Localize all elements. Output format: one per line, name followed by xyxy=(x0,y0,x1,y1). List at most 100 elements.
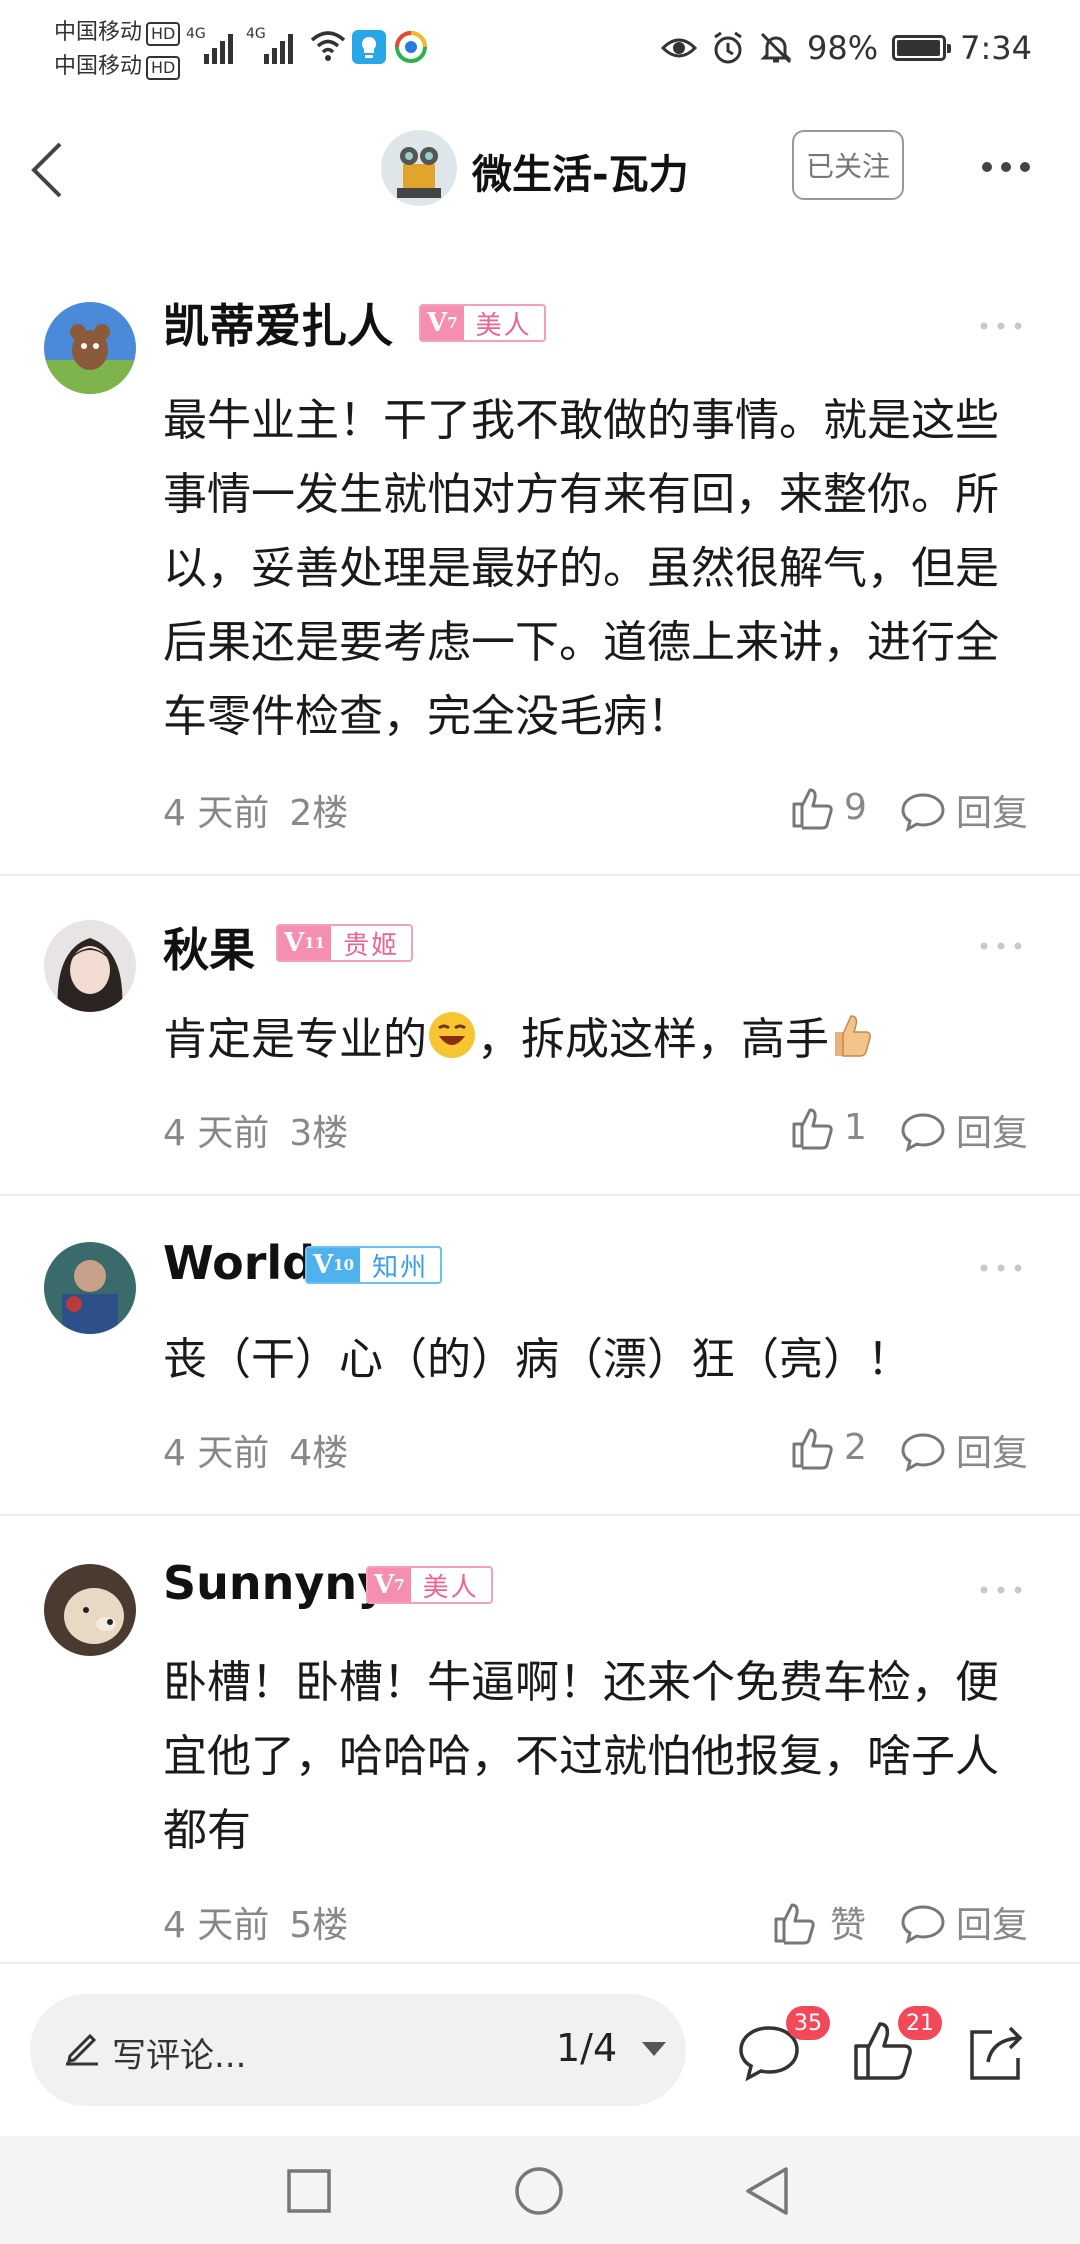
like-count-badge: 21 xyxy=(898,2006,942,2040)
level-title: 贵姬 xyxy=(343,930,400,961)
username[interactable]: 秋果 xyxy=(163,914,255,980)
share-icon[interactable] xyxy=(962,2018,1032,2088)
like-label: 赞 xyxy=(830,1905,867,1946)
pencil-icon xyxy=(66,2033,98,2066)
divider xyxy=(0,874,1080,876)
eye-icon xyxy=(661,38,698,58)
status-right: 98% 7:34 xyxy=(661,28,1032,68)
battery-fill xyxy=(897,40,941,56)
status-bar: 中国移动 HD 中国移动 HD 4G 4G 98% 7:34 xyxy=(0,0,1080,100)
like-button[interactable]: 9 xyxy=(790,784,867,830)
comment-count-badge: 35 xyxy=(786,2006,830,2040)
divider xyxy=(0,1194,1080,1196)
comment-meta: 4 天前 2楼 xyxy=(163,784,368,836)
more-dots-icon[interactable] xyxy=(980,160,1032,174)
like-count: 9 xyxy=(844,786,867,828)
comment-more-icon[interactable] xyxy=(980,1264,1022,1272)
mute-bell-icon xyxy=(760,32,792,64)
thumbs-up-icon xyxy=(792,1108,833,1150)
browser-notification-icon xyxy=(395,31,427,63)
comment-time: 4 天前 xyxy=(163,1433,270,1474)
level-title: 美人 xyxy=(422,1572,479,1603)
network-type-1: 4G xyxy=(186,26,206,42)
avatar[interactable] xyxy=(44,1242,136,1334)
comment-time: 4 天前 xyxy=(163,1905,270,1946)
level-tag: V7 xyxy=(368,1568,411,1602)
battery-percent: 98% xyxy=(807,29,879,67)
comment-time: 4 天前 xyxy=(163,793,270,834)
comment-meta: 4 天前 5楼 xyxy=(163,1896,368,1948)
thumbs-up-icon xyxy=(774,1903,815,1945)
reply-label: 回复 xyxy=(956,1113,1029,1154)
back-arrow-icon[interactable] xyxy=(28,140,68,200)
comment-floor: 5楼 xyxy=(289,1905,349,1946)
signal-icon-2 xyxy=(264,34,293,64)
comment-time: 4 天前 xyxy=(163,1113,270,1154)
reply-button[interactable]: 回复 xyxy=(900,1424,1028,1476)
reply-button[interactable]: 回复 xyxy=(900,784,1028,836)
level-badge: V 10 知州 xyxy=(305,1246,443,1284)
carrier-2: 中国移动 HD xyxy=(54,48,181,80)
app-notification-icon xyxy=(352,30,386,64)
comment-input[interactable]: 写评论... 1/4 xyxy=(30,1994,686,2106)
photo-avatar-icon xyxy=(44,1242,136,1334)
wifi-icon xyxy=(310,31,346,61)
cartoon-avatar-icon xyxy=(44,302,136,394)
circle-icon[interactable] xyxy=(514,2166,564,2216)
reply-button[interactable]: 回复 xyxy=(900,1104,1028,1156)
comment-meta: 4 天前 4楼 xyxy=(163,1424,368,1476)
thumbs-up-icon xyxy=(792,1428,833,1470)
comment-more-icon[interactable] xyxy=(980,322,1022,330)
reply-label: 回复 xyxy=(956,793,1029,834)
reply-label: 回复 xyxy=(956,1433,1029,1474)
carrier-1: 中国移动 HD xyxy=(54,14,181,46)
triangle-back-icon[interactable] xyxy=(744,2166,790,2216)
speech-bubble-icon xyxy=(901,1905,945,1944)
alarm-icon xyxy=(714,31,742,64)
level-title: 知州 xyxy=(372,1252,429,1283)
divider xyxy=(0,1514,1080,1516)
username[interactable]: World xyxy=(163,1236,315,1290)
speech-bubble-icon xyxy=(901,1433,945,1472)
follow-button[interactable]: 已关注 xyxy=(792,130,904,200)
top-header: 微生活-瓦力 已关注 xyxy=(0,100,1080,240)
account-avatar[interactable] xyxy=(381,130,457,206)
username[interactable]: Sunnyny xyxy=(163,1556,387,1610)
avatar[interactable] xyxy=(44,1564,136,1656)
level-title: 美人 xyxy=(475,310,532,341)
level-tag: V 11 xyxy=(278,926,332,960)
page-indicator[interactable]: 1/4 xyxy=(556,2026,617,2070)
reply-label: 回复 xyxy=(956,1905,1029,1946)
comment-text: 肯定是专业的 ，拆成这样，高手 xyxy=(163,1003,1039,1077)
comment-text: 丧（干）心（的）病（漂）狂（亮）！ xyxy=(163,1334,911,1385)
avatar[interactable] xyxy=(44,920,136,1012)
like-button[interactable]: 赞 xyxy=(772,1896,866,1948)
system-nav-bar xyxy=(0,2136,1080,2244)
level-badge: V 11 贵姬 xyxy=(276,924,414,962)
like-button[interactable]: 1 xyxy=(790,1104,867,1150)
avatar[interactable] xyxy=(44,302,136,394)
page-title[interactable]: 微生活-瓦力 xyxy=(472,142,689,200)
chevron-down-icon[interactable] xyxy=(642,2042,666,2056)
like-count: 2 xyxy=(844,1426,867,1468)
comment-placeholder: 写评论... xyxy=(112,2036,247,2076)
comment-floor: 4楼 xyxy=(289,1433,349,1474)
speech-bubble-icon xyxy=(901,793,945,832)
like-count: 1 xyxy=(844,1106,867,1148)
comment-floor: 2楼 xyxy=(289,793,349,834)
comment-more-icon[interactable] xyxy=(980,942,1022,950)
square-icon[interactable] xyxy=(286,2168,332,2214)
speech-bubble-icon xyxy=(901,1113,945,1152)
network-type-2: 4G xyxy=(246,26,266,42)
thumbs-up-icon xyxy=(792,788,833,830)
comment-floor: 3楼 xyxy=(289,1113,349,1154)
level-tag: V7 xyxy=(421,306,464,340)
username[interactable]: 凯蒂爱扎人 xyxy=(163,290,393,356)
reply-button[interactable]: 回复 xyxy=(900,1896,1028,1948)
robot-avatar-icon xyxy=(381,130,457,206)
comment-text: 最牛业主！干了我不敢做的事情。就是这些事情一发生就怕对方有来有回，来整你。所以，… xyxy=(163,395,999,742)
like-button[interactable]: 2 xyxy=(790,1424,867,1470)
comment-more-icon[interactable] xyxy=(980,1586,1022,1594)
clock: 7:34 xyxy=(960,29,1032,67)
level-badge: V7 美人 xyxy=(366,1566,493,1604)
